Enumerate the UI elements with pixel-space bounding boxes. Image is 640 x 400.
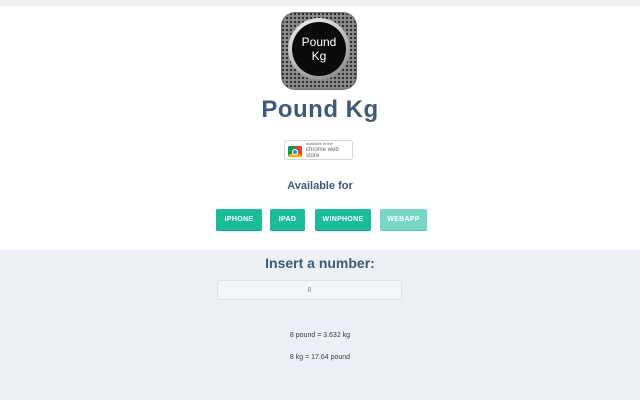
- icon-text-kg: Kg: [311, 49, 327, 63]
- icon-face: Pound Kg: [292, 22, 346, 76]
- store-badge-text: available in the chrome web store: [306, 141, 352, 159]
- header-section: Pound Kg Pound Kg available in the chrom…: [0, 6, 640, 250]
- icon-text-pound: Pound: [301, 35, 337, 49]
- result-kg-to-pound: 8 kg = 17.64 pound: [289, 354, 351, 361]
- number-input[interactable]: [217, 280, 402, 300]
- winphone-button[interactable]: WINPHONE: [315, 209, 371, 230]
- converter-section: [0, 250, 640, 400]
- available-for-heading: Available for: [287, 180, 353, 192]
- app-icon: Pound Kg: [281, 12, 357, 90]
- iphone-button[interactable]: IPHONE: [216, 209, 262, 230]
- webapp-button[interactable]: WEBAPP: [380, 209, 427, 230]
- scale-dial-icon: Pound Kg: [288, 18, 350, 80]
- chrome-web-store-badge[interactable]: available in the chrome web store: [284, 140, 353, 160]
- insert-number-label: Insert a number:: [265, 255, 375, 271]
- page-title: Pound Kg: [261, 96, 379, 123]
- store-badge-line2: chrome web store: [306, 147, 339, 159]
- ipad-button[interactable]: IPAD: [270, 209, 305, 230]
- chrome-web-store-icon: [288, 143, 302, 157]
- result-pound-to-kg: 8 pound = 3.632 kg: [289, 332, 351, 339]
